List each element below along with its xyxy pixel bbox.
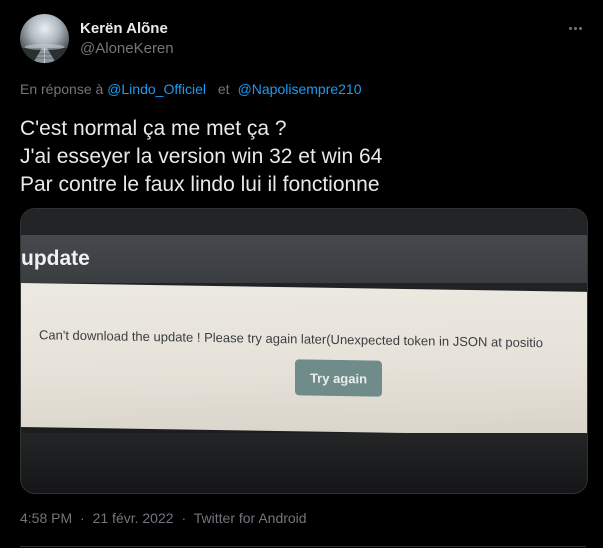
photo-update-title: update [21, 247, 90, 270]
tweet-text-line: J'ai esseyer la version win 32 et win 64 [20, 145, 383, 168]
tweet-meta: 4:58 PM · 21 févr. 2022 · Twitter for An… [20, 510, 307, 526]
photo-try-again-button: Try again [295, 359, 382, 397]
tweet-text-line: C'est normal ça me met ça ? [20, 117, 287, 140]
tweet-text-line: Par contre le faux lindo lui il fonction… [20, 173, 380, 196]
photo-dialog-body: Can't download the update ! Please try a… [21, 283, 587, 436]
more-dot-icon [568, 26, 572, 30]
more-dot-icon [578, 26, 582, 30]
mention-napolisempre210[interactable]: @Napolisempre210 [238, 81, 362, 97]
more-dot-icon [573, 26, 577, 30]
tweet-source[interactable]: Twitter for Android [194, 510, 307, 526]
reply-context: En réponse à @Lindo_Officiel et @Napolise… [20, 81, 362, 97]
meta-separator: · [181, 510, 187, 526]
mention-lindo-officiel[interactable]: @Lindo_Officiel [107, 81, 206, 97]
reply-separator: et [217, 81, 230, 97]
tweet-photo[interactable]: update Can't download the update ! Pleas… [20, 208, 588, 494]
avatar[interactable] [20, 14, 69, 63]
tweet: Kerën Alõne @AloneKeren En réponse à @Li… [0, 0, 603, 548]
divider [20, 546, 586, 547]
meta-separator: · [80, 510, 85, 526]
author-name[interactable]: Kerën Alõne [80, 20, 168, 37]
photo-screen-header: update [21, 235, 587, 283]
photo-screen-bottom [21, 433, 587, 493]
photo-error-message: Can't download the update ! Please try a… [39, 327, 544, 351]
tweet-date[interactable]: 21 févr. 2022 [93, 510, 174, 526]
tweet-time[interactable]: 4:58 PM [20, 510, 72, 526]
avatar-photo-icon [20, 44, 69, 63]
tweet-text: C'est normal ça me met ça ? J'ai esseyer… [20, 115, 382, 199]
more-options-button[interactable] [560, 16, 590, 40]
reply-prefix: En réponse à [20, 81, 104, 97]
author-handle[interactable]: @AloneKeren [80, 40, 174, 57]
